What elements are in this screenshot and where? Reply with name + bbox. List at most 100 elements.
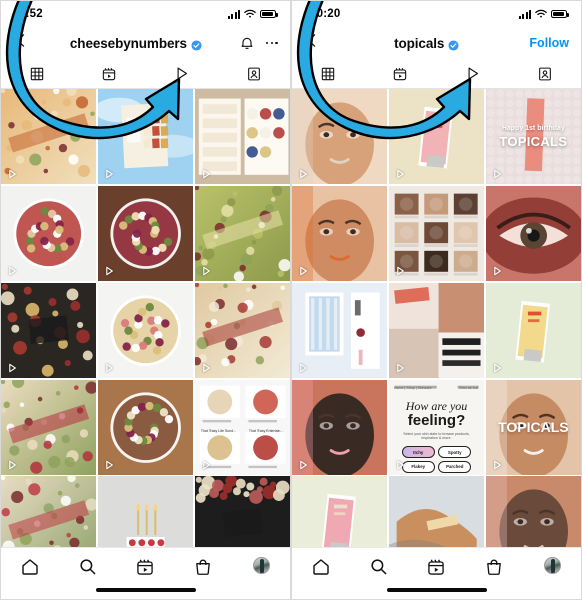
nav-profile[interactable] <box>523 557 581 574</box>
cellular-signal-icon <box>519 9 531 19</box>
tab-grid[interactable] <box>292 59 364 88</box>
tab-reels[interactable] <box>73 59 145 88</box>
tab-video[interactable] <box>146 59 218 88</box>
phone-panel-left: 9:52 cheesebynumbers That 'Easy Lite Sund…… <box>0 0 291 600</box>
nav-home[interactable] <box>292 557 350 577</box>
status-indicators <box>519 9 569 19</box>
status-time: 9:52 <box>19 8 43 20</box>
nav-shop[interactable] <box>465 557 523 577</box>
video-play-icon <box>491 167 503 179</box>
grid-post-9[interactable] <box>485 282 581 379</box>
grid-post-10[interactable] <box>292 379 388 475</box>
video-play-icon <box>6 264 18 276</box>
tab-tagged[interactable] <box>509 59 581 88</box>
grid-post-9[interactable] <box>194 282 290 379</box>
home-indicator <box>386 588 487 592</box>
video-play-icon <box>200 361 212 373</box>
grid-post-11[interactable] <box>97 379 194 475</box>
tab-reels[interactable] <box>364 59 436 88</box>
tab-grid[interactable] <box>1 59 73 88</box>
post-grid: Happy 1st birthday TOPICALS Home | Shop | … <box>292 89 581 572</box>
video-play-icon <box>394 361 406 373</box>
bottom-nav-bar <box>1 547 290 599</box>
profile-title: cheesebynumbers <box>33 36 239 51</box>
profile-title: topicals <box>324 36 529 51</box>
grid-post-3[interactable]: Happy 1st birthday TOPICALS <box>485 89 581 185</box>
video-play-icon <box>394 167 406 179</box>
grid-post-1[interactable] <box>292 89 388 185</box>
nav-search[interactable] <box>59 557 117 576</box>
profile-header: topicals Follow <box>292 27 581 59</box>
profile-avatar-icon[interactable] <box>543 557 561 574</box>
video-play-icon <box>103 264 115 276</box>
video-play-icon <box>200 458 212 470</box>
status-bar: 9:52 <box>1 1 290 27</box>
nav-profile[interactable] <box>232 557 290 574</box>
nav-search[interactable] <box>350 557 408 576</box>
nav-shop[interactable] <box>174 557 232 577</box>
back-button[interactable] <box>304 32 324 54</box>
tab-video[interactable] <box>437 59 509 88</box>
nav-reels[interactable] <box>117 557 175 577</box>
profile-avatar-icon[interactable] <box>252 557 270 574</box>
video-play-icon <box>200 167 212 179</box>
video-play-icon <box>297 264 309 276</box>
video-play-icon <box>103 458 115 470</box>
video-play-icon <box>103 361 115 373</box>
video-play-icon <box>6 167 18 179</box>
grid-post-12[interactable]: That 'Easy Lite Sund… That 'Easy Entertai… <box>194 379 290 475</box>
verified-badge-icon <box>448 38 459 51</box>
video-play-icon <box>394 264 406 276</box>
grid-post-12[interactable]: TOPICALS <box>485 379 581 475</box>
grid-post-8[interactable] <box>388 282 485 379</box>
grid-post-5[interactable] <box>97 185 194 282</box>
grid-post-6[interactable] <box>194 185 290 282</box>
back-button[interactable] <box>13 32 33 54</box>
wifi-icon <box>535 9 547 19</box>
follow-button[interactable]: Follow <box>529 36 569 50</box>
video-play-icon <box>297 458 309 470</box>
video-play-icon <box>394 458 406 470</box>
grid-post-4[interactable] <box>292 185 388 282</box>
status-time: 10:20 <box>310 8 341 20</box>
grid-post-4[interactable] <box>1 185 97 282</box>
status-indicators <box>228 9 278 19</box>
video-play-icon <box>297 361 309 373</box>
post-grid: That 'Easy Lite Sund… That 'Easy Entertai… <box>1 89 290 572</box>
grid-post-7[interactable] <box>1 282 97 379</box>
grid-post-3[interactable] <box>194 89 290 185</box>
grid-post-6[interactable] <box>485 185 581 282</box>
header-actions <box>239 35 278 51</box>
profile-tab-bar <box>292 59 581 89</box>
dual-phone-screenshot: 9:52 cheesebynumbers That 'Easy Lite Sund…… <box>0 0 582 600</box>
nav-reels[interactable] <box>408 557 466 577</box>
video-play-icon <box>103 167 115 179</box>
grid-post-1[interactable] <box>1 89 97 185</box>
video-play-icon <box>200 264 212 276</box>
battery-icon <box>260 9 278 19</box>
grid-post-10[interactable] <box>1 379 97 475</box>
nav-home[interactable] <box>1 557 59 577</box>
video-play-icon <box>297 167 309 179</box>
profile-username: topicals <box>394 35 445 51</box>
profile-username: cheesebynumbers <box>69 35 187 51</box>
video-play-icon <box>491 361 503 373</box>
bottom-nav-bar <box>292 547 581 599</box>
video-play-icon <box>491 458 503 470</box>
more-options-button[interactable] <box>265 36 278 50</box>
grid-post-2[interactable] <box>97 89 194 185</box>
grid-post-8[interactable] <box>97 282 194 379</box>
profile-header: cheesebynumbers <box>1 27 290 59</box>
home-indicator <box>95 588 196 592</box>
notifications-button[interactable] <box>239 35 255 51</box>
grid-post-7[interactable] <box>292 282 388 379</box>
video-play-icon <box>491 264 503 276</box>
grid-post-5[interactable] <box>388 185 485 282</box>
tab-tagged[interactable] <box>218 59 290 88</box>
video-play-icon <box>6 361 18 373</box>
grid-post-11[interactable]: Home | Shop | Skincare View as List How ar… <box>388 379 485 475</box>
status-bar: 10:20 <box>292 1 581 27</box>
grid-post-2[interactable] <box>388 89 485 185</box>
video-play-icon <box>6 458 18 470</box>
phone-panel-right: 10:20 topicals Follow Happy 1st birthday TOP… <box>291 0 582 600</box>
